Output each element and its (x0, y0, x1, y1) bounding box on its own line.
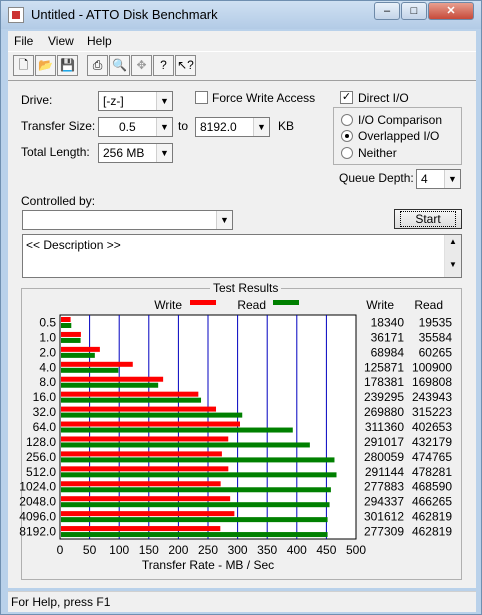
chevron-down-icon: ▼ (216, 211, 232, 229)
toolbar: 🗋 📂 💾 ⎙ 🔍 ✥ ? ↖? (8, 51, 476, 81)
force-write-label: Force Write Access (212, 91, 316, 105)
io-comparison-radio[interactable] (341, 114, 353, 126)
start-button[interactable]: Start (394, 209, 462, 229)
overlapped-io-radio[interactable] (341, 130, 353, 142)
overlapped-io-label: Overlapped I/O (358, 129, 440, 143)
total-length-select[interactable]: 256 MB ▼ (98, 143, 173, 163)
transfer-from-value: 0.5 (119, 120, 136, 134)
neither-label: Neither (358, 146, 397, 160)
description-text: << Description >> (26, 238, 121, 252)
status-text: For Help, press F1 (11, 595, 111, 609)
new-icon[interactable]: 🗋 (13, 55, 34, 76)
transfer-to-select[interactable]: 8192.0 ▼ (195, 117, 270, 137)
status-bar: For Help, press F1 (8, 591, 476, 612)
drive-value: [-z-] (103, 94, 124, 108)
start-button-label: Start (400, 211, 456, 227)
drive-label: Drive: (21, 93, 53, 107)
description-box[interactable]: << Description >> ▲ ▼ (22, 234, 462, 278)
maximize-button[interactable]: □ (401, 2, 427, 20)
move-icon[interactable]: ✥ (131, 55, 152, 76)
total-length-label: Total Length: (21, 145, 90, 159)
chevron-down-icon: ▼ (156, 92, 172, 110)
chevron-down-icon: ▼ (156, 144, 172, 162)
to-label: to (178, 119, 189, 133)
window-title: Untitled - ATTO Disk Benchmark (31, 7, 218, 22)
open-icon[interactable]: 📂 (35, 55, 56, 76)
drive-select[interactable]: [-z-] ▼ (98, 91, 173, 111)
direct-io-checkbox[interactable]: ✓ (340, 91, 353, 104)
transfer-size-label: Transfer Size: (21, 119, 96, 133)
minimize-button[interactable]: – (374, 2, 400, 20)
total-length-value: 256 MB (103, 146, 145, 160)
force-write-checkbox[interactable] (195, 91, 208, 104)
scroll-up-icon[interactable]: ▲ (445, 237, 461, 246)
direct-io-label: Direct I/O (358, 91, 409, 105)
print-preview-icon[interactable]: 🔍 (109, 55, 130, 76)
chevron-down-icon: ▼ (156, 118, 172, 136)
menu-help[interactable]: Help (87, 34, 112, 48)
scroll-down-icon[interactable]: ▼ (445, 260, 461, 269)
menu-view[interactable]: View (48, 34, 74, 48)
transfer-to-value: 8192.0 (200, 120, 237, 134)
context-help-icon[interactable]: ↖? (175, 55, 196, 76)
menu-bar: File View Help (8, 31, 476, 51)
save-icon[interactable]: 💾 (57, 55, 78, 76)
queue-depth-label: Queue Depth: (339, 171, 414, 185)
kb-label: KB (278, 119, 295, 133)
queue-depth-select[interactable]: 4 ▼ (416, 169, 461, 189)
transfer-from-select[interactable]: 0.5 ▼ (98, 117, 173, 137)
neither-radio[interactable] (341, 147, 353, 159)
menu-file[interactable]: File (14, 34, 33, 48)
app-window: Untitled - ATTO Disk Benchmark – □ ✕ Fil… (0, 0, 482, 615)
chevron-down-icon: ▼ (253, 118, 269, 136)
io-comparison-label: I/O Comparison (358, 113, 443, 127)
chevron-down-icon: ▼ (444, 170, 460, 188)
controlled-by-select[interactable]: ▼ (22, 210, 233, 230)
results-group: Test Results (21, 281, 462, 580)
app-icon (8, 7, 24, 23)
title-bar[interactable]: Untitled - ATTO Disk Benchmark – □ ✕ (1, 1, 481, 29)
close-button[interactable]: ✕ (428, 2, 474, 20)
controlled-by-label: Controlled by: (21, 194, 96, 208)
description-scrollbar[interactable]: ▲ ▼ (444, 235, 461, 277)
print-icon[interactable]: ⎙ (87, 55, 108, 76)
queue-depth-value: 4 (421, 172, 428, 186)
help-icon[interactable]: ? (153, 55, 174, 76)
results-title: Test Results (210, 281, 282, 295)
